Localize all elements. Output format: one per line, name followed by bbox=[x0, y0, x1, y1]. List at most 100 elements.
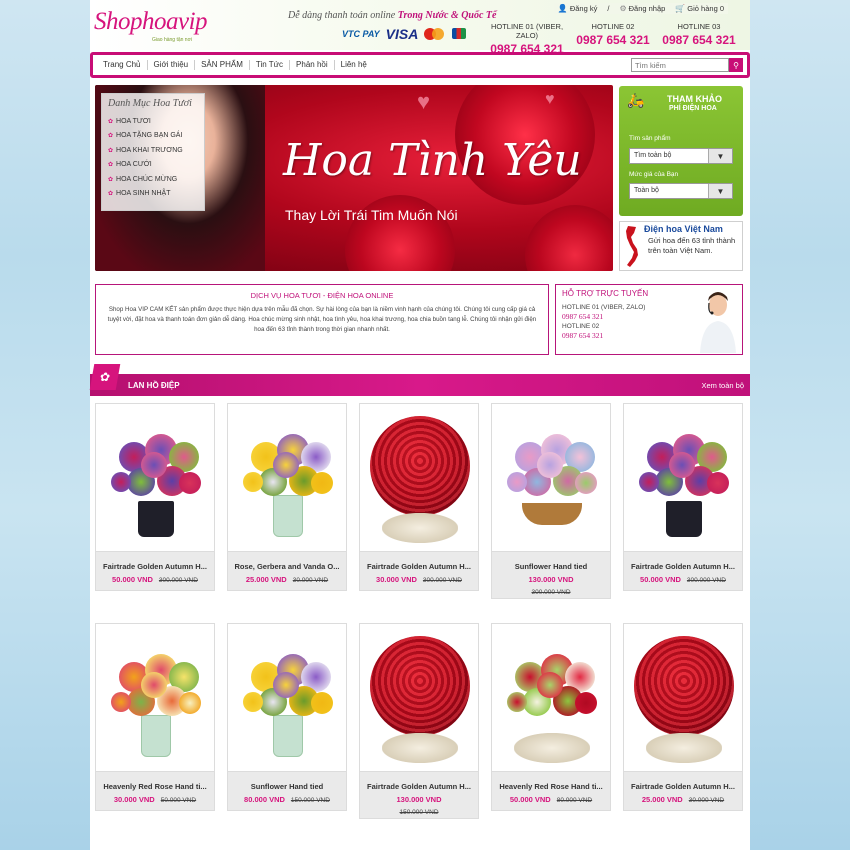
price-lookup-panel: 🛵 THAM KHẢO PHÍ ĐIỆN HOA Tìm sản phẩm Tì… bbox=[619, 86, 743, 216]
product-price: 50.000 VND bbox=[640, 575, 681, 584]
slogan-highlight: Trong Nước & Quốc Tế bbox=[397, 10, 497, 21]
product-old-price: 30.000 VND bbox=[292, 577, 329, 584]
product-image[interactable] bbox=[96, 624, 214, 772]
search-button[interactable]: ⚲ bbox=[729, 58, 743, 72]
nav-item-products[interactable]: SẢN PHẨM bbox=[195, 60, 250, 70]
flower-bloom bbox=[141, 452, 167, 478]
search-input[interactable] bbox=[631, 58, 729, 72]
product-select-label: Tìm sản phẩm bbox=[629, 135, 671, 142]
product-info: Fairtrade Golden Autumn H... 130.000 VND 1… bbox=[360, 772, 478, 818]
banner-rose-image bbox=[525, 205, 613, 271]
product-name[interactable]: Fairtrade Golden Autumn H... bbox=[100, 561, 210, 573]
page: Shophoavip Giao hàng tận nơi Dễ dàng tha… bbox=[89, 0, 750, 850]
heart-icon: ♥ bbox=[545, 91, 555, 108]
login-link[interactable]: ⚙ Đăng nhập bbox=[619, 4, 665, 13]
product-price-row: 25.000 VND 30.000 VND bbox=[628, 795, 738, 804]
flower-bloom bbox=[707, 472, 729, 494]
product-price-row: 80.000 VND 150.000 VND bbox=[232, 795, 342, 804]
nav-item-home[interactable]: Trang Chủ bbox=[97, 60, 148, 70]
lookup-title: THAM KHẢO bbox=[667, 94, 722, 104]
product-info: Fairtrade Golden Autumn H... 50.000 VND 30… bbox=[624, 552, 742, 590]
hotline-number[interactable]: 0987 654 321 bbox=[660, 33, 738, 47]
payment-logos: VTC PAY VISA bbox=[342, 26, 467, 42]
product-old-price: 300.000 VND bbox=[158, 577, 198, 584]
hotline-number[interactable]: 0987 654 321 bbox=[574, 33, 652, 47]
register-link[interactable]: 👤 Đăng ký bbox=[558, 4, 597, 13]
product-image[interactable] bbox=[492, 404, 610, 552]
red-rose-bouquet-image bbox=[370, 416, 470, 516]
flower-bloom bbox=[537, 672, 563, 698]
product-image[interactable] bbox=[228, 404, 346, 552]
category-item[interactable]: HOA TẶNG BẠN GÁI bbox=[108, 129, 198, 143]
product-card[interactable]: Sunflower Hand tied 130.000 VND 300.000 VN… bbox=[491, 403, 611, 599]
product-card[interactable]: Heavenly Red Rose Hand ti... 30.000 VND 50… bbox=[95, 623, 215, 811]
product-image[interactable] bbox=[96, 404, 214, 552]
view-all-link[interactable]: Xem toàn bộ bbox=[701, 381, 744, 390]
nav-item-about[interactable]: Giới thiệu bbox=[148, 60, 196, 70]
product-info: Sunflower Hand tied 130.000 VND 300.000 VN… bbox=[492, 552, 610, 598]
vietnam-map-icon bbox=[626, 226, 638, 267]
product-name[interactable]: Rose, Gerbera and Vanda O... bbox=[232, 561, 342, 573]
nav-item-news[interactable]: Tin Tức bbox=[250, 60, 291, 70]
product-image[interactable] bbox=[492, 624, 610, 772]
hotline-03: HOTLINE 03 0987 654 321 bbox=[660, 22, 738, 47]
price-select-value: Toàn bộ bbox=[634, 187, 659, 194]
flower-bloom bbox=[507, 472, 527, 492]
hero-banner[interactable]: ♥ ♥ Hoa Tình Yêu Thay Lời Trái Tim Muốn … bbox=[95, 85, 613, 271]
product-name[interactable]: Heavenly Red Rose Hand ti... bbox=[496, 781, 606, 793]
price-select[interactable]: Toàn bộ ▼ bbox=[629, 183, 733, 199]
product-select[interactable]: Tìm toàn bộ ▼ bbox=[629, 148, 733, 164]
product-card[interactable]: Rose, Gerbera and Vanda O... 25.000 VND 30… bbox=[227, 403, 347, 591]
hotline-02: HOTLINE 02 0987 654 321 bbox=[574, 22, 652, 47]
nav-item-feedback[interactable]: Phản hồi bbox=[290, 60, 335, 70]
category-item[interactable]: HOA CƯỚI bbox=[108, 158, 198, 172]
bouquet-wrap bbox=[382, 513, 458, 543]
product-name[interactable]: Fairtrade Golden Autumn H... bbox=[628, 561, 738, 573]
hotline-01: HOTLINE 01 (VIBER, ZALO) 0987 654 321 bbox=[488, 22, 566, 56]
nav-item-contact[interactable]: Liên hệ bbox=[335, 60, 373, 70]
mastercard-icon bbox=[424, 27, 446, 40]
product-name[interactable]: Fairtrade Golden Autumn H... bbox=[628, 781, 738, 793]
vase-image bbox=[138, 501, 174, 537]
vn-box-text: Gửi hoa đến 63 tỉnh thành trên toàn Việt… bbox=[648, 236, 736, 255]
category-item[interactable]: HOA TƯƠI bbox=[108, 115, 198, 129]
search-box: ⚲ bbox=[631, 58, 743, 72]
flower-bloom bbox=[669, 452, 695, 478]
heart-icon: ♥ bbox=[417, 89, 431, 114]
product-price-row: 30.000 VND 50.000 VND bbox=[100, 795, 210, 804]
product-name[interactable]: Sunflower Hand tied bbox=[232, 781, 342, 793]
hotline-label: HOTLINE 02 bbox=[591, 22, 635, 31]
product-card[interactable]: Fairtrade Golden Autumn H... 130.000 VND 1… bbox=[359, 623, 479, 819]
flower-bloom bbox=[243, 692, 263, 712]
flower-bloom bbox=[311, 472, 333, 494]
product-image[interactable] bbox=[360, 624, 478, 772]
product-card[interactable]: Heavenly Red Rose Hand ti... 50.000 VND 80… bbox=[491, 623, 611, 811]
product-name[interactable]: Heavenly Red Rose Hand ti... bbox=[100, 781, 210, 793]
product-name[interactable]: Sunflower Hand tied bbox=[496, 561, 606, 573]
product-info: Fairtrade Golden Autumn H... 25.000 VND 30… bbox=[624, 772, 742, 810]
product-card[interactable]: Fairtrade Golden Autumn H... 50.000 VND 30… bbox=[623, 403, 743, 591]
product-card[interactable]: Sunflower Hand tied 80.000 VND 150.000 VND bbox=[227, 623, 347, 811]
product-image[interactable] bbox=[360, 404, 478, 552]
cart-link[interactable]: 🛒 Giỏ hàng 0 bbox=[675, 4, 724, 13]
banner-title: Hoa Tình Yêu bbox=[283, 135, 582, 186]
logo[interactable]: Shophoavip Giao hàng tận nơi bbox=[94, 8, 224, 44]
category-item[interactable]: HOA SINH NHẬT bbox=[108, 187, 198, 201]
category-item[interactable]: HOA KHAI TRƯƠNG bbox=[108, 144, 198, 158]
product-card[interactable]: Fairtrade Golden Autumn H... 25.000 VND 30… bbox=[623, 623, 743, 811]
category-item[interactable]: HOA CHÚC MỪNG bbox=[108, 173, 198, 187]
product-name[interactable]: Fairtrade Golden Autumn H... bbox=[364, 781, 474, 793]
cart-icon: 🛒 bbox=[675, 4, 686, 13]
vietnam-delivery-box[interactable]: Điện hoa Việt Nam Gửi hoa đến 63 tỉnh th… bbox=[619, 221, 743, 271]
product-image[interactable] bbox=[624, 624, 742, 772]
section-title[interactable]: LAN HỒ ĐIỆP bbox=[128, 381, 180, 390]
category-heading: Danh Mục Hoa Tươi bbox=[108, 98, 192, 109]
product-price: 130.000 VND bbox=[396, 795, 442, 804]
product-info: Fairtrade Golden Autumn H... 30.000 VND 30… bbox=[360, 552, 478, 590]
product-image[interactable] bbox=[624, 404, 742, 552]
product-card[interactable]: Fairtrade Golden Autumn H... 30.000 VND 30… bbox=[359, 403, 479, 591]
product-image[interactable] bbox=[228, 624, 346, 772]
product-price: 30.000 VND bbox=[113, 795, 155, 804]
product-card[interactable]: Fairtrade Golden Autumn H... 50.000 VND 30… bbox=[95, 403, 215, 591]
product-name[interactable]: Fairtrade Golden Autumn H... bbox=[364, 561, 474, 573]
